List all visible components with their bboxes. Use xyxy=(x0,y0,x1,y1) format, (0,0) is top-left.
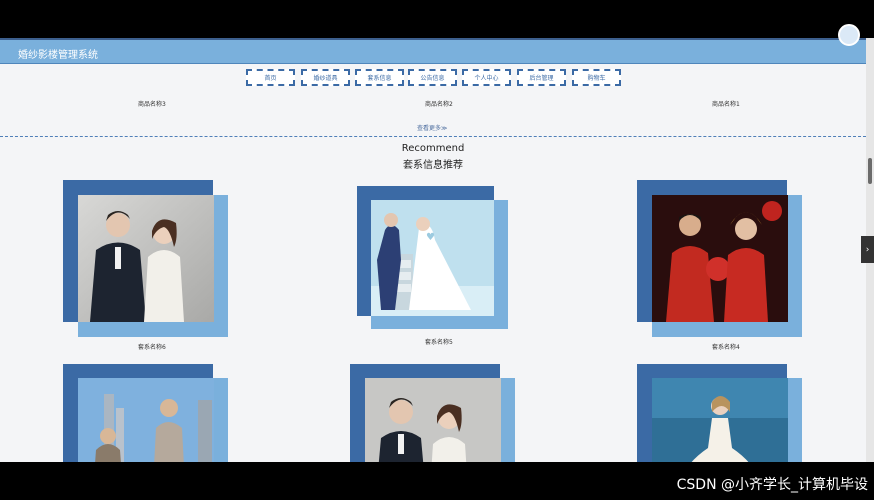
scrollbar-thumb[interactable] xyxy=(868,158,872,184)
svg-text:♥: ♥ xyxy=(426,232,435,243)
couple-suit-photo[interactable] xyxy=(78,195,214,322)
recommend-title-zh: 套系信息推荐 xyxy=(403,160,463,171)
couple-suit-photo-2[interactable] xyxy=(365,378,501,464)
bride-gown-photo[interactable] xyxy=(652,378,788,464)
nav-item-props[interactable]: 婚纱道具 xyxy=(301,69,350,86)
nav-item-admin[interactable]: 后台管理 xyxy=(517,69,566,86)
nav-item-cart[interactable]: 购物车 xyxy=(572,69,621,86)
site-header: 婚纱影楼管理系统 xyxy=(0,40,866,64)
section-divider xyxy=(0,136,866,137)
screen-top-bar xyxy=(0,0,874,38)
nav-item-home[interactable]: 首页 xyxy=(246,69,295,86)
package-caption-6[interactable]: 套系名称6 xyxy=(138,342,166,351)
product-name-3[interactable]: 商品名称3 xyxy=(138,99,166,108)
product-name-1[interactable]: 商品名称1 xyxy=(712,99,740,108)
watermark-text: CSDN @小齐学长_计算机毕设 xyxy=(676,477,868,493)
browser-viewport: 婚纱影楼管理系统 首页 婚纱道具 套系信息 公告信息 个人中心 后台管理 购物车… xyxy=(0,38,866,464)
nav-item-profile[interactable]: 个人中心 xyxy=(462,69,511,86)
recommend-title-en: Recommend xyxy=(401,143,465,154)
nav-item-packages[interactable]: 套系信息 xyxy=(355,69,404,86)
product-name-2[interactable]: 商品名称2 xyxy=(425,99,453,108)
view-more-link[interactable]: 查看更多≫ xyxy=(417,123,447,132)
site-title: 婚纱影楼管理系统 xyxy=(18,50,98,61)
couple-studio-photo[interactable]: ♥ xyxy=(371,200,494,316)
chevron-right-icon[interactable]: › xyxy=(861,236,874,263)
package-caption-4[interactable]: 套系名称4 xyxy=(712,342,740,351)
user-avatar[interactable] xyxy=(838,24,860,46)
city-couple-photo[interactable] xyxy=(78,378,214,464)
chinese-wedding-photo[interactable] xyxy=(652,195,788,322)
main-nav: 首页 婚纱道具 套系信息 公告信息 个人中心 后台管理 购物车 xyxy=(0,64,866,96)
package-caption-5[interactable]: 套系名称5 xyxy=(425,337,453,346)
nav-item-notices[interactable]: 公告信息 xyxy=(408,69,457,86)
